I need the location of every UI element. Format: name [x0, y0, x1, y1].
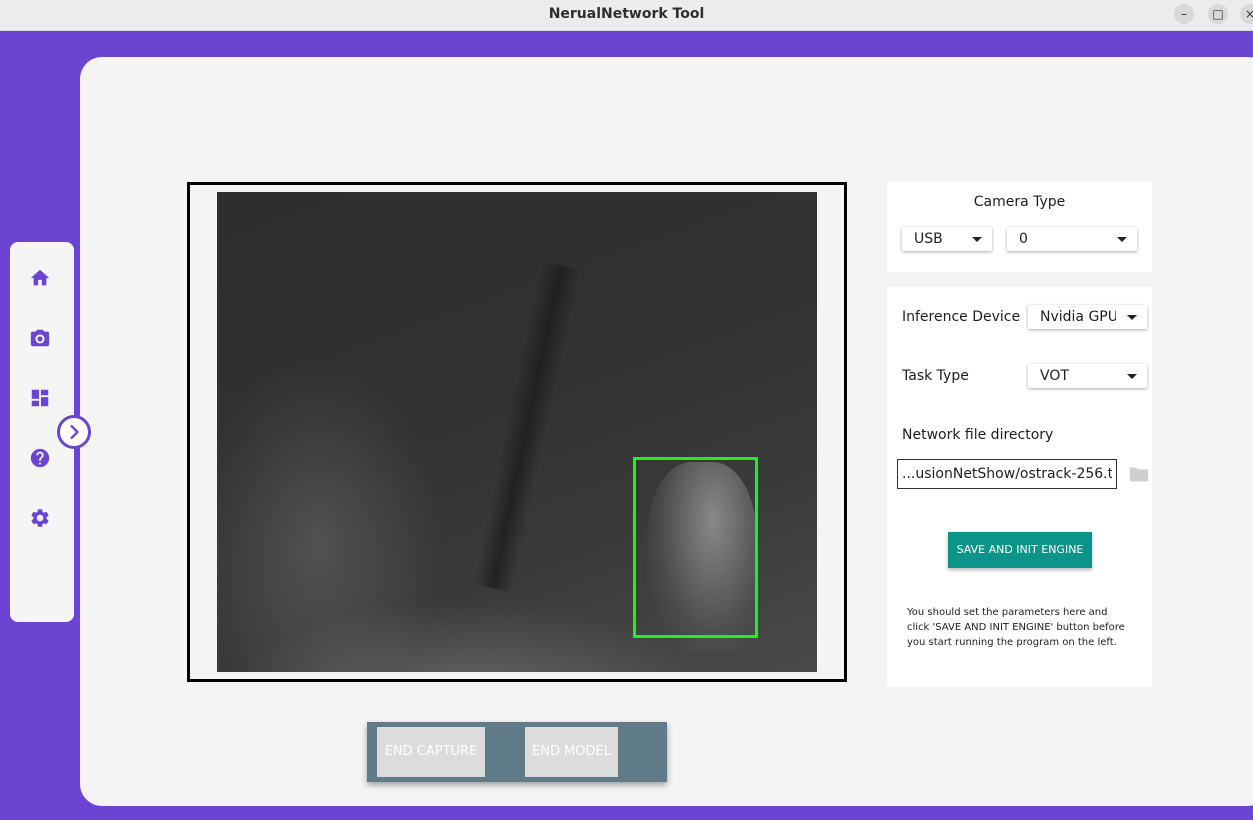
task-type-select[interactable]: VOT: [1028, 364, 1147, 388]
caret-down-icon: [1127, 315, 1137, 320]
sidebar-expand-button[interactable]: [57, 415, 91, 449]
window-titlebar: NerualNetwork Tool – □ ×: [0, 0, 1253, 31]
settings-hint-text: You should set the parameters here and c…: [907, 607, 1125, 648]
minimize-button[interactable]: –: [1174, 4, 1194, 24]
inference-device-value: Nvidia GPU: [1040, 309, 1116, 325]
home-icon[interactable]: [29, 267, 51, 289]
inference-device-label: Inference Device: [902, 309, 1021, 325]
camera-index-value: 0: [1019, 231, 1028, 247]
camera-type-card: Camera Type USB 0: [887, 182, 1152, 272]
camera-type-title: Camera Type: [973, 194, 1066, 210]
save-init-engine-button[interactable]: SAVE AND INIT ENGINE: [948, 532, 1092, 568]
network-dir-label: Network file directory: [902, 427, 1054, 443]
network-dir-input[interactable]: [897, 459, 1117, 489]
caret-down-icon: [1117, 237, 1127, 242]
window-title: NerualNetwork Tool: [548, 6, 705, 22]
capture-control-bar: END CAPTURE END MODEL: [367, 722, 667, 782]
task-type-value: VOT: [1040, 368, 1069, 384]
camera-icon[interactable]: [29, 327, 51, 349]
task-type-label: Task Type: [902, 368, 969, 384]
tracking-bounding-box: [633, 457, 758, 638]
inference-device-select[interactable]: Nvidia GPU: [1028, 305, 1147, 329]
feed-shadow: [473, 261, 581, 593]
maximize-button[interactable]: □: [1208, 4, 1228, 24]
camera-type-value: USB: [914, 231, 943, 247]
camera-type-select[interactable]: USB: [902, 227, 992, 251]
folder-icon[interactable]: [1128, 464, 1150, 484]
end-capture-button[interactable]: END CAPTURE: [377, 727, 485, 777]
caret-down-icon: [1127, 374, 1137, 379]
end-model-button[interactable]: END MODEL: [525, 727, 618, 777]
caret-down-icon: [972, 237, 982, 242]
camera-index-select[interactable]: 0: [1007, 227, 1137, 251]
dashboard-icon[interactable]: [29, 387, 51, 409]
settings-icon[interactable]: [29, 507, 51, 529]
close-button[interactable]: ×: [1240, 4, 1253, 24]
chevron-right-icon: [70, 425, 79, 439]
help-icon[interactable]: [29, 447, 51, 469]
